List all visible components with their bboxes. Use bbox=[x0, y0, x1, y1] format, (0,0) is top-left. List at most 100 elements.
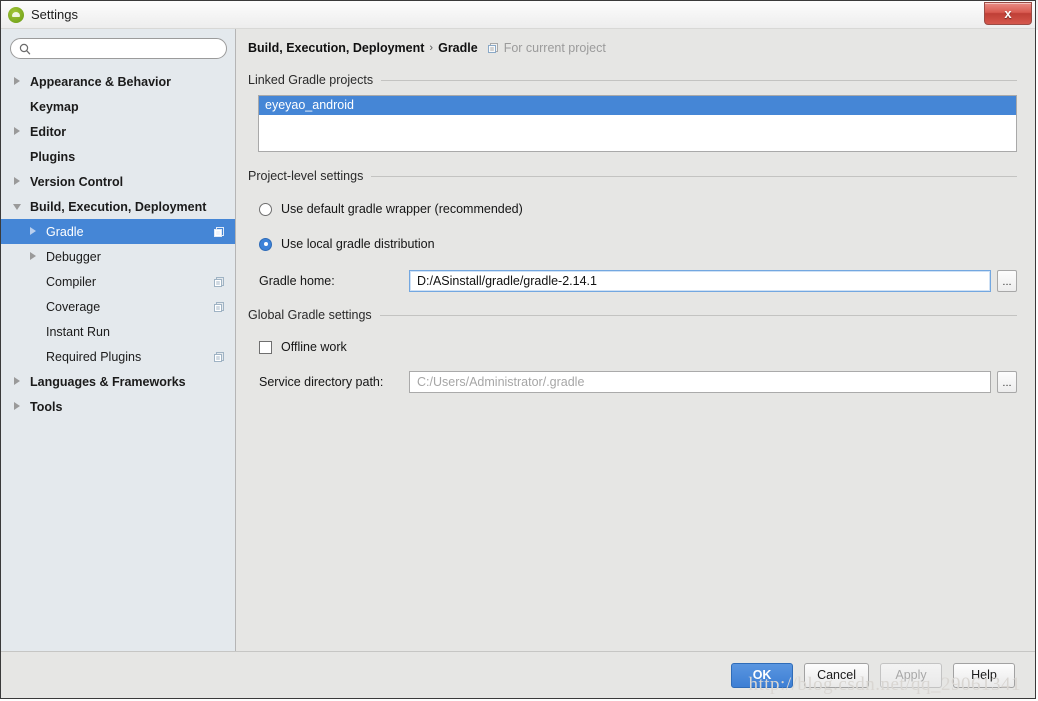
sidebar-item-version-control[interactable]: Version Control bbox=[1, 169, 235, 194]
group-divider bbox=[379, 314, 1017, 316]
project-scope-icon bbox=[213, 226, 225, 238]
sidebar-item-instant-run[interactable]: Instant Run bbox=[1, 319, 235, 344]
breadcrumb-leaf: Gradle bbox=[438, 41, 478, 55]
radio-icon-selected bbox=[259, 237, 272, 251]
breadcrumb: Build, Execution, Deployment › Gradle Fo… bbox=[236, 29, 1035, 55]
project-scope-icon bbox=[213, 351, 225, 363]
help-button[interactable]: Help bbox=[953, 662, 1015, 688]
dialog-body: Appearance & Behavior Keymap Editor Plugins… bbox=[1, 29, 1035, 698]
linked-projects-list[interactable]: eyeyao_android bbox=[258, 95, 1017, 152]
service-directory-field[interactable] bbox=[409, 371, 991, 393]
radio-label: Use local gradle distribution bbox=[281, 237, 435, 251]
dialog-footer: http://blog.csdn.net/qq_29061341 OK Canc… bbox=[1, 651, 1035, 698]
search-box[interactable] bbox=[10, 38, 227, 59]
search-container bbox=[1, 29, 235, 66]
offline-work-checkbox-row[interactable]: Offline work bbox=[259, 336, 1017, 358]
sidebar-item-label: Required Plugins bbox=[46, 349, 142, 364]
project-scope-icon bbox=[213, 276, 225, 288]
sidebar-item-label: Editor bbox=[30, 124, 67, 139]
gradle-home-label: Gradle home: bbox=[259, 274, 335, 288]
sidebar-item-label: Appearance & Behavior bbox=[30, 74, 172, 89]
global-settings-group-label: Global Gradle settings bbox=[248, 308, 372, 322]
group-divider bbox=[381, 79, 1017, 81]
sidebar-item-gradle[interactable]: Gradle bbox=[1, 219, 235, 244]
settings-tree: Appearance & Behavior Keymap Editor Plugins… bbox=[1, 66, 235, 651]
chevron-right-icon[interactable] bbox=[13, 177, 22, 186]
chevron-right-icon[interactable] bbox=[29, 252, 38, 261]
gradle-home-browse-button[interactable]: ... bbox=[997, 270, 1017, 292]
breadcrumb-separator: › bbox=[429, 42, 434, 54]
gradle-settings-form: Linked Gradle projects eyeyao_android Pr… bbox=[236, 55, 1035, 393]
project-scope-icon bbox=[213, 301, 225, 313]
service-directory-label: Service directory path: bbox=[259, 375, 384, 389]
screen: Settings x Appearance & Behavior Keymap … bbox=[0, 0, 1038, 701]
window-title: Settings bbox=[31, 7, 78, 22]
project-level-group-label: Project-level settings bbox=[248, 169, 364, 183]
sidebar-item-label: Plugins bbox=[30, 149, 76, 164]
gradle-home-field[interactable] bbox=[409, 270, 991, 292]
breadcrumb-scope: For current project bbox=[487, 41, 606, 55]
radio-label: Use default gradle wrapper (recommended) bbox=[281, 202, 523, 216]
panes: Appearance & Behavior Keymap Editor Plugins… bbox=[1, 29, 1035, 651]
close-icon: x bbox=[1004, 6, 1012, 21]
sidebar-item-keymap[interactable]: Keymap bbox=[1, 94, 235, 119]
chevron-down-icon[interactable] bbox=[13, 202, 22, 211]
ellipsis-icon: ... bbox=[1002, 377, 1012, 389]
search-input[interactable] bbox=[31, 41, 218, 56]
sidebar-item-editor[interactable]: Editor bbox=[1, 119, 235, 144]
chevron-right-icon[interactable] bbox=[13, 377, 22, 386]
breadcrumb-scope-text: For current project bbox=[503, 41, 606, 55]
project-scope-icon bbox=[487, 43, 498, 53]
sidebar-item-label: Gradle bbox=[46, 224, 84, 239]
chevron-right-icon[interactable] bbox=[13, 77, 22, 86]
sidebar-item-appearance-behavior[interactable]: Appearance & Behavior bbox=[1, 69, 235, 94]
sidebar-item-label: Coverage bbox=[46, 299, 101, 314]
cancel-button[interactable]: Cancel bbox=[804, 662, 869, 688]
breadcrumb-root: Build, Execution, Deployment bbox=[248, 41, 425, 55]
list-item[interactable]: eyeyao_android bbox=[259, 96, 1016, 115]
sidebar-item-label: Languages & Frameworks bbox=[30, 374, 186, 389]
sidebar-item-label: Version Control bbox=[30, 174, 124, 189]
apply-button: Apply bbox=[880, 662, 942, 688]
radio-use-local-distribution[interactable]: Use local gradle distribution bbox=[259, 233, 1017, 255]
search-icon bbox=[19, 43, 31, 54]
settings-dialog: Settings x Appearance & Behavior Keymap … bbox=[0, 0, 1036, 699]
global-settings-group-header: Global Gradle settings bbox=[248, 308, 1017, 322]
service-directory-browse-button[interactable]: ... bbox=[997, 371, 1017, 393]
chevron-right-icon[interactable] bbox=[13, 127, 22, 136]
service-directory-input[interactable] bbox=[415, 374, 985, 390]
settings-content: Build, Execution, Deployment › Gradle Fo… bbox=[236, 29, 1035, 651]
project-level-group-header: Project-level settings bbox=[248, 169, 1017, 183]
sidebar-item-required-plugins[interactable]: Required Plugins bbox=[1, 344, 235, 369]
gradle-home-row: Gradle home: ... bbox=[259, 270, 1017, 292]
settings-sidebar: Appearance & Behavior Keymap Editor Plugins… bbox=[1, 29, 236, 651]
chevron-right-icon[interactable] bbox=[13, 402, 22, 411]
close-button[interactable]: x bbox=[984, 2, 1032, 25]
sidebar-item-label: Instant Run bbox=[46, 324, 110, 339]
radio-icon bbox=[259, 202, 272, 216]
chevron-right-icon[interactable] bbox=[29, 227, 38, 236]
gradle-home-input[interactable] bbox=[415, 273, 985, 289]
sidebar-item-debugger[interactable]: Debugger bbox=[1, 244, 235, 269]
offline-work-label: Offline work bbox=[281, 340, 347, 354]
radio-use-default-wrapper[interactable]: Use default gradle wrapper (recommended) bbox=[259, 198, 1017, 220]
sidebar-item-tools[interactable]: Tools bbox=[1, 394, 235, 419]
android-logo-icon bbox=[8, 6, 24, 23]
sidebar-item-label: Debugger bbox=[46, 249, 101, 264]
sidebar-item-build-execution-deployment[interactable]: Build, Execution, Deployment bbox=[1, 194, 235, 219]
sidebar-item-coverage[interactable]: Coverage bbox=[1, 294, 235, 319]
sidebar-item-compiler[interactable]: Compiler bbox=[1, 269, 235, 294]
sidebar-item-languages-frameworks[interactable]: Languages & Frameworks bbox=[1, 369, 235, 394]
group-divider bbox=[371, 175, 1017, 177]
sidebar-item-label: Compiler bbox=[46, 274, 97, 289]
sidebar-item-label: Keymap bbox=[30, 99, 79, 114]
ok-button[interactable]: OK bbox=[731, 662, 794, 688]
service-directory-row: Service directory path: ... bbox=[259, 371, 1017, 393]
sidebar-item-plugins[interactable]: Plugins bbox=[1, 144, 235, 169]
